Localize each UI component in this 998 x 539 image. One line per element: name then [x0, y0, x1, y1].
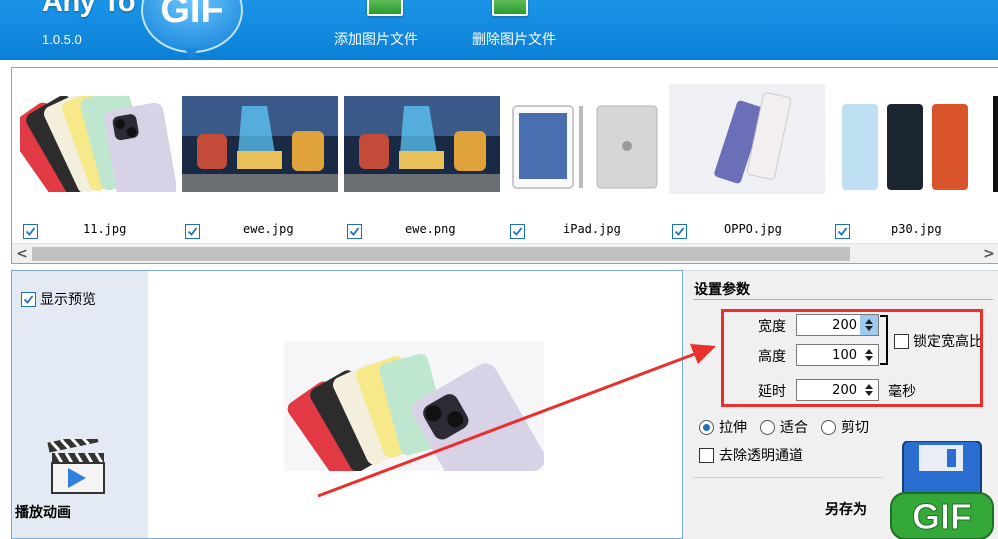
delete-image-icon	[492, 0, 528, 16]
image-list-panel: 11.jpg ewe.jpg ewe.png iPad.jpg OPPO.jpg…	[11, 67, 998, 264]
thumbnail-item[interactable]: ewe.jpg	[182, 82, 342, 239]
stretch-radio[interactable]	[699, 419, 714, 435]
scroll-right-arrow-icon[interactable]: >	[979, 244, 998, 263]
checkmark-icon	[187, 227, 198, 236]
thumbnail-image-partial	[993, 96, 998, 192]
stretch-label: 拉伸	[719, 420, 747, 436]
thumbnail-image	[20, 96, 176, 192]
delete-image-label: 删除图片文件	[472, 32, 556, 48]
thumbnail-checkbox[interactable]	[510, 224, 525, 239]
show-preview-label: 显示预览	[40, 292, 96, 308]
scrollbar-thumb[interactable]	[32, 247, 850, 261]
save-gif-text: GIF	[912, 496, 972, 537]
checkmark-icon	[837, 227, 848, 236]
thumbnail-image	[832, 96, 988, 192]
crop-radio[interactable]	[821, 419, 836, 435]
thumbnail-image	[182, 96, 338, 192]
app-version: 1.0.5.0	[42, 32, 82, 47]
thumbnail-filename: ewe.png	[405, 222, 456, 236]
resize-mode-group: 拉伸 适合 剪切	[699, 417, 869, 437]
checkmark-icon	[674, 227, 685, 236]
save-gif-button[interactable]: GIF	[889, 441, 995, 539]
gif-logo-bubble-icon: GIF	[141, 0, 243, 60]
thumbnail-filename: 11.jpg	[83, 222, 127, 236]
checkbox-box	[21, 291, 36, 307]
thumbnail-item[interactable]: 11.jpg	[20, 82, 180, 239]
thumbnail-image	[507, 96, 663, 192]
thumbnail-item[interactable]: iPad.jpg	[507, 82, 667, 239]
checkmark-icon	[25, 227, 36, 236]
remove-alpha-label: 去除透明通道	[719, 448, 803, 464]
app-title: Any To	[42, 0, 136, 18]
thumbnail-image	[344, 96, 500, 192]
thumbnail-item[interactable]: p30.jpg	[832, 82, 992, 239]
remove-alpha-checkbox[interactable]: 去除透明通道	[699, 445, 803, 465]
preview-panel: 显示预览 播放动画	[11, 270, 683, 539]
thumbnail-filename: ewe.jpg	[243, 222, 294, 236]
app-window: Any To 1.0.5.0 GIF 添加图片文件 删除图片文件 11.jpg …	[0, 0, 998, 539]
delete-image-button[interactable]: 删除图片文件	[472, 0, 572, 60]
header-bar: Any To 1.0.5.0 GIF 添加图片文件 删除图片文件	[0, 0, 998, 60]
radio-dot	[703, 423, 710, 431]
settings-title: 设置参数	[694, 282, 750, 298]
fit-label: 适合	[780, 420, 808, 436]
highlight-box	[721, 309, 983, 407]
add-image-label: 添加图片文件	[334, 32, 418, 48]
thumbnail-item[interactable]: ewe.png	[344, 82, 504, 239]
divider	[693, 299, 993, 300]
save-as-label: 另存为	[825, 502, 867, 518]
horizontal-scrollbar[interactable]: < >	[12, 243, 998, 263]
checkmark-icon	[349, 227, 360, 236]
thumbnail-image	[669, 84, 825, 194]
add-image-button[interactable]: 添加图片文件	[334, 0, 434, 60]
divider	[693, 477, 883, 478]
thumbnail-filename: iPad.jpg	[563, 222, 621, 236]
scroll-left-arrow-icon[interactable]: <	[12, 244, 32, 263]
preview-sidebar: 显示预览 播放动画	[12, 271, 148, 538]
gif-logo-text: GIF	[160, 0, 223, 31]
thumbnail-filename: p30.jpg	[891, 222, 942, 236]
thumbnail-checkbox[interactable]	[23, 224, 38, 239]
settings-panel: 设置参数 宽度 高度 锁定宽高比 延时 毫秒 拉伸 适合	[683, 270, 998, 539]
thumbnail-checkbox[interactable]	[347, 224, 362, 239]
fit-radio[interactable]	[760, 419, 775, 435]
add-image-icon	[367, 0, 403, 16]
thumbnail-checkbox[interactable]	[185, 224, 200, 239]
checkmark-icon	[512, 227, 523, 236]
show-preview-checkbox[interactable]: 显示预览	[21, 289, 96, 309]
checkbox-box	[699, 447, 714, 463]
crop-label: 剪切	[841, 420, 869, 436]
thumbnail-checkbox[interactable]	[672, 224, 687, 239]
preview-image	[284, 341, 544, 471]
thumbnail-filename: OPPO.jpg	[724, 222, 782, 236]
checkmark-icon	[23, 294, 34, 304]
thumbnail-checkbox[interactable]	[835, 224, 850, 239]
thumbnail-item[interactable]: OPPO.jpg	[669, 82, 829, 239]
play-animation-label: 播放动画	[15, 505, 71, 521]
